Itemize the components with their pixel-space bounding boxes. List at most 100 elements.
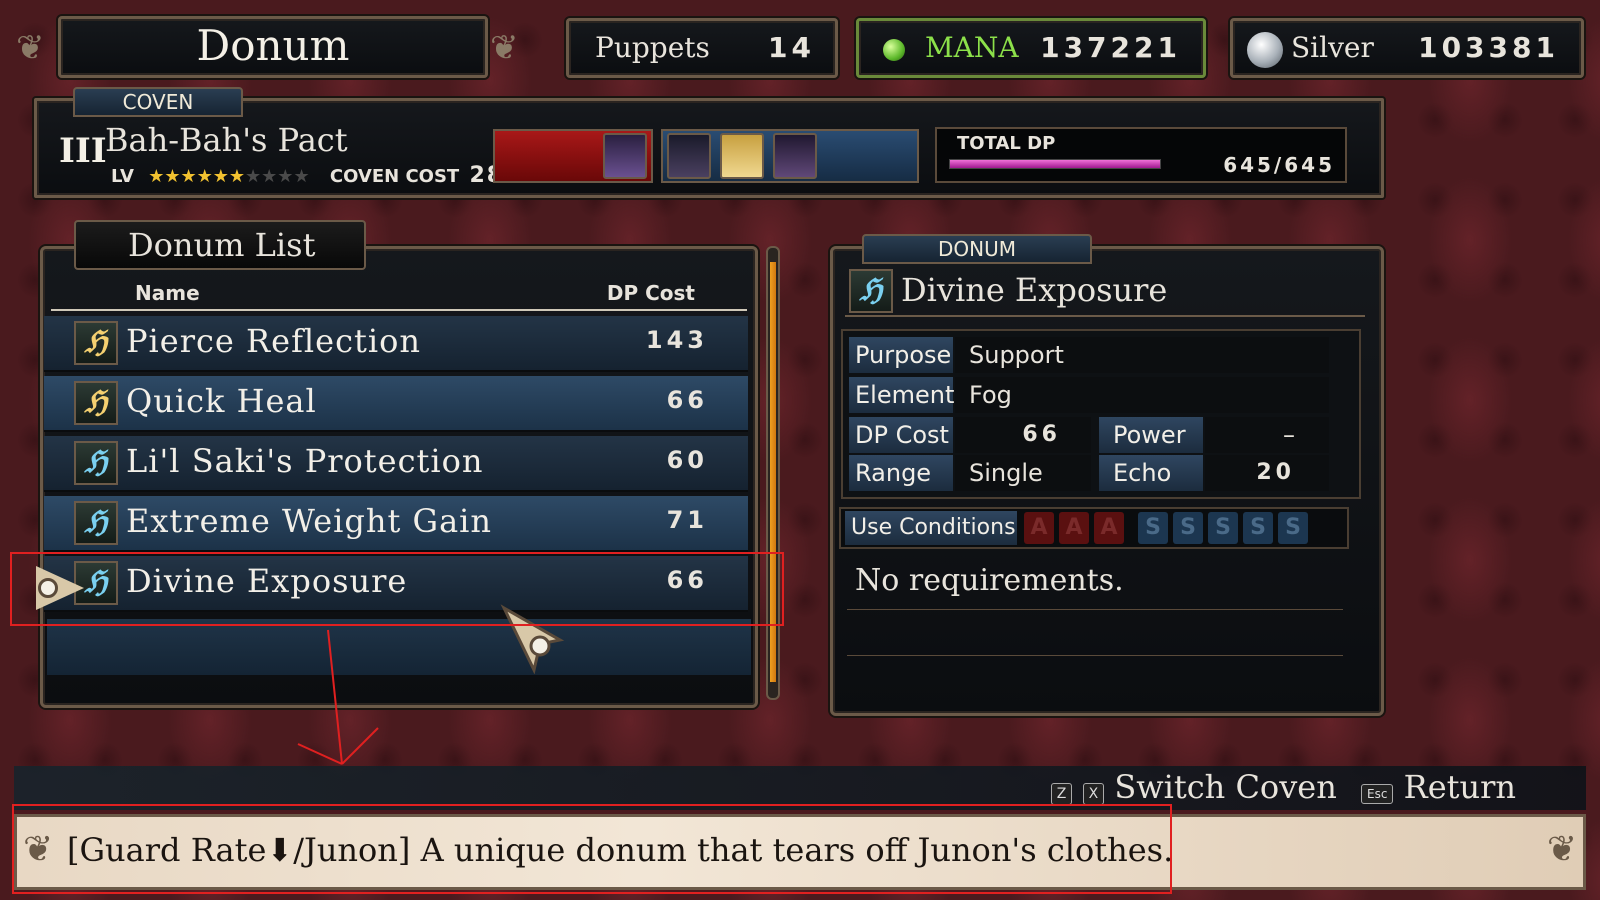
puppets-value: 14 [768, 31, 815, 64]
return-button[interactable]: Return [1404, 768, 1516, 806]
coven-level: LV ★★★★★★★★★★ COVEN COST 28 [111, 163, 504, 188]
element-value: Fog [955, 377, 1329, 413]
dp-cost-value: 66 [955, 417, 1091, 453]
slot-s: S [1138, 512, 1168, 544]
annotation-box-selected [10, 552, 784, 626]
element-label: Element [849, 377, 954, 413]
mana-panel: MANA 137221 [856, 18, 1206, 78]
donum-detail-tab: DONUM [862, 234, 1092, 264]
divider [847, 609, 1343, 610]
list-header: Name DP Cost [51, 277, 747, 311]
donum-list-title: Donum List [128, 226, 316, 264]
slot-s: S [1278, 512, 1308, 544]
list-item[interactable]: ℌ Quick Heal 66 [44, 376, 748, 432]
level-stars: ★★★★★★ [148, 166, 246, 187]
donum-rune-icon: ℌ [849, 269, 893, 313]
purpose-label: Purpose [849, 337, 953, 373]
power-label: Power [1099, 417, 1203, 453]
mana-orb-icon [883, 39, 905, 61]
slot-a: A [1094, 512, 1124, 544]
silver-coin-icon [1247, 32, 1283, 68]
total-dp-label: TOTAL DP [957, 133, 1056, 154]
requirements-box: No requirements. [847, 555, 1347, 675]
use-conditions-row: Use Conditions AAASSSSS [839, 507, 1349, 549]
requirements-text: No requirements. [855, 563, 1124, 598]
page-title: Donum [196, 21, 350, 70]
coven-name: Bah-Bah's Pact [105, 121, 348, 159]
list-item[interactable]: ℌ Li'l Saki's Protection 60 [44, 436, 748, 492]
coven-cost-label: COVEN COST [329, 166, 460, 187]
power-value: – [1205, 417, 1329, 453]
total-dp-bar [949, 159, 1161, 169]
silver-label: Silver [1291, 31, 1374, 64]
coven-numeral: III [59, 131, 107, 171]
ornament-left: ❦ [16, 28, 45, 68]
echo-label: Echo [1099, 455, 1203, 491]
detail-name: Divine Exposure [901, 271, 1168, 309]
donum-detail-panel: ℌ Divine Exposure Purpose Support Elemen… [830, 246, 1384, 716]
donum-rune-icon: ℌ [74, 501, 118, 545]
ornament-right: ❦ [490, 28, 519, 68]
list-item-name: Extreme Weight Gain [126, 502, 493, 540]
list-item-cost: 143 [645, 326, 708, 354]
key-esc-icon: Esc [1360, 784, 1394, 804]
col-name-header: Name [135, 281, 200, 305]
total-dp-bar-fill [950, 160, 1160, 168]
divider [847, 655, 1343, 656]
title-panel: Donum [58, 16, 488, 78]
level-label: LV [111, 166, 134, 187]
slot-a: A [1024, 512, 1054, 544]
empty-row [47, 619, 751, 675]
list-item-name: Li'l Saki's Protection [126, 442, 484, 480]
silver-value: 103381 [1418, 31, 1559, 64]
purpose-value: Support [955, 337, 1329, 373]
key-x-icon: X [1082, 783, 1105, 805]
range-label: Range [849, 455, 953, 491]
donum-rune-icon: ℌ [74, 321, 118, 365]
puppets-label: Puppets [595, 31, 710, 64]
level-stars-empty: ★★★★ [245, 166, 310, 187]
portrait-icon [667, 133, 711, 179]
coven-panel: COVEN III Bah-Bah's Pact LV ★★★★★★★★★★ C… [34, 87, 1384, 198]
col-cost-header: DP Cost [606, 281, 695, 305]
coven-leader-slot[interactable] [493, 129, 653, 183]
switch-coven-button[interactable]: Switch Coven [1114, 768, 1336, 806]
condition-slots: AAASSSSS [1019, 512, 1308, 546]
echo-value: 20 [1205, 455, 1329, 491]
coven-members-slot[interactable] [661, 129, 919, 183]
list-item-name: Quick Heal [126, 382, 317, 420]
list-item-cost: 71 [666, 506, 708, 534]
controls-hints: Z X Switch Coven Esc Return [1050, 768, 1516, 806]
list-item[interactable]: ℌ Pierce Reflection 143 [44, 316, 748, 372]
puppets-panel: Puppets 14 [566, 18, 838, 78]
list-item-name: Pierce Reflection [126, 322, 421, 360]
slot-s: S [1243, 512, 1273, 544]
key-z-icon: Z [1050, 783, 1073, 805]
range-value: Single [955, 455, 1091, 491]
portrait-icon [773, 133, 818, 179]
annotation-arrow [297, 629, 379, 765]
donum-rune-icon: ℌ [74, 381, 118, 425]
desc-ornament-right: ❦ [1546, 829, 1577, 870]
detail-stats: Purpose Support Element Fog DP Cost 66 P… [841, 329, 1361, 499]
list-item-cost: 66 [666, 386, 708, 414]
use-conditions-label: Use Conditions [845, 511, 1017, 545]
dp-cost-label: DP Cost [849, 417, 953, 453]
portrait-icon [603, 133, 647, 179]
annotation-box-description [12, 804, 1172, 894]
mana-label: MANA [925, 31, 1019, 64]
list-scrollbar[interactable] [766, 246, 780, 700]
list-item[interactable]: ℌ Extreme Weight Gain 71 [44, 496, 748, 552]
list-item-cost: 60 [666, 446, 708, 474]
total-dp-box: TOTAL DP 645/645 [935, 127, 1347, 183]
slot-s: S [1173, 512, 1203, 544]
donum-rune-icon: ℌ [74, 441, 118, 485]
silver-panel: Silver 103381 [1230, 18, 1584, 78]
total-dp-value: 645/645 [1223, 153, 1335, 177]
slot-a: A [1059, 512, 1089, 544]
donum-list-title-tab: Donum List [74, 220, 366, 270]
detail-name-row: ℌ Divine Exposure [845, 267, 1365, 317]
portrait-icon [720, 133, 765, 179]
mana-value: 137221 [1040, 31, 1181, 64]
slot-s: S [1208, 512, 1238, 544]
